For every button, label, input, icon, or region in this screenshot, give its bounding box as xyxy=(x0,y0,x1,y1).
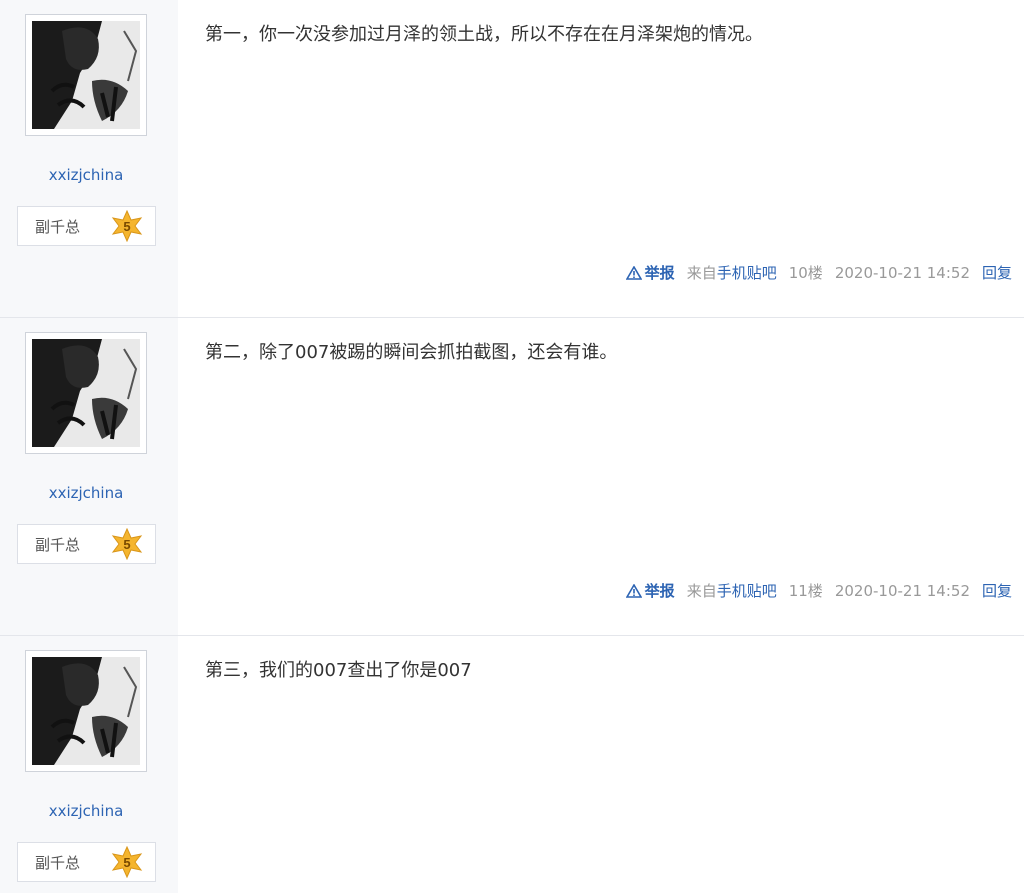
report-label: 举报 xyxy=(644,582,675,600)
post-floor-11: xxizjchina 副千总 5 第二，除了007被踢的瞬间会抓拍截图，还会有谁… xyxy=(0,318,1024,636)
avatar[interactable] xyxy=(25,650,147,772)
level-title: 副千总 xyxy=(35,217,81,236)
author-panel: xxizjchina 副千总 5 xyxy=(0,0,178,317)
level-title: 副千总 xyxy=(35,853,81,872)
post-floor-10: xxizjchina 副千总 5 第一，你一次没参加过月泽的领土战，所以不存在在… xyxy=(0,0,1024,318)
level-title: 副千总 xyxy=(35,535,81,554)
post-source: 来自手机贴吧 xyxy=(687,580,777,601)
report-button[interactable]: 举报 xyxy=(625,580,675,601)
avatar[interactable] xyxy=(25,14,147,136)
warning-triangle-icon xyxy=(625,583,642,598)
username-link[interactable]: xxizjchina xyxy=(0,166,172,184)
post-source: 来自手机贴吧 xyxy=(687,262,777,283)
floor-number: 10楼 xyxy=(788,264,823,282)
post-floor-12: xxizjchina 副千总 5 第三，我们的007查出了你是007 xyxy=(0,636,1024,893)
source-link[interactable]: 手机贴吧 xyxy=(717,264,777,282)
post-content: 第二，除了007被踢的瞬间会抓拍截图，还会有谁。 举报 来自手机贴吧 11楼 2… xyxy=(178,318,1024,635)
level-number: 5 xyxy=(123,219,130,234)
level-star-icon: 5 xyxy=(111,210,143,242)
post-text: 第二，除了007被踢的瞬间会抓拍截图，还会有谁。 xyxy=(205,342,618,363)
report-label: 举报 xyxy=(644,264,675,282)
post-time: 2020-10-21 14:52 xyxy=(834,581,970,600)
level-star-icon: 5 xyxy=(111,846,143,878)
author-panel: xxizjchina 副千总 5 xyxy=(0,318,178,635)
username-link[interactable]: xxizjchina xyxy=(0,484,172,502)
avatar-image xyxy=(32,657,140,765)
user-level-badge: 副千总 5 xyxy=(17,842,156,882)
username-link[interactable]: xxizjchina xyxy=(0,802,172,820)
post-content: 第三，我们的007查出了你是007 xyxy=(178,636,1024,893)
post-list: xxizjchina 副千总 5 第一，你一次没参加过月泽的领土战，所以不存在在… xyxy=(0,0,1024,893)
level-number: 5 xyxy=(123,537,130,552)
avatar[interactable] xyxy=(25,332,147,454)
user-level-badge: 副千总 5 xyxy=(17,206,156,246)
report-button[interactable]: 举报 xyxy=(625,262,675,283)
reply-button[interactable]: 回复 xyxy=(982,262,1012,283)
level-star-icon: 5 xyxy=(111,528,143,560)
floor-number: 11楼 xyxy=(788,582,823,600)
avatar-image xyxy=(32,339,140,447)
source-link[interactable]: 手机贴吧 xyxy=(717,582,777,600)
level-number: 5 xyxy=(123,855,130,870)
avatar-image xyxy=(32,21,140,129)
post-text: 第三，我们的007查出了你是007 xyxy=(205,660,472,681)
reply-button[interactable]: 回复 xyxy=(982,580,1012,601)
post-content: 第一，你一次没参加过月泽的领土战，所以不存在在月泽架炮的情况。 举报 来自手机贴… xyxy=(178,0,1024,317)
warning-triangle-icon xyxy=(625,265,642,280)
source-prefix: 来自 xyxy=(686,582,717,600)
author-panel: xxizjchina 副千总 5 xyxy=(0,636,178,893)
user-level-badge: 副千总 5 xyxy=(17,524,156,564)
post-text: 第一，你一次没参加过月泽的领土战，所以不存在在月泽架炮的情况。 xyxy=(205,24,763,45)
post-time: 2020-10-21 14:52 xyxy=(834,263,970,282)
post-tail: 举报 来自手机贴吧 10楼 2020-10-21 14:52 回复 xyxy=(614,262,1012,283)
post-tail: 举报 来自手机贴吧 11楼 2020-10-21 14:52 回复 xyxy=(614,580,1012,601)
source-prefix: 来自 xyxy=(686,264,717,282)
